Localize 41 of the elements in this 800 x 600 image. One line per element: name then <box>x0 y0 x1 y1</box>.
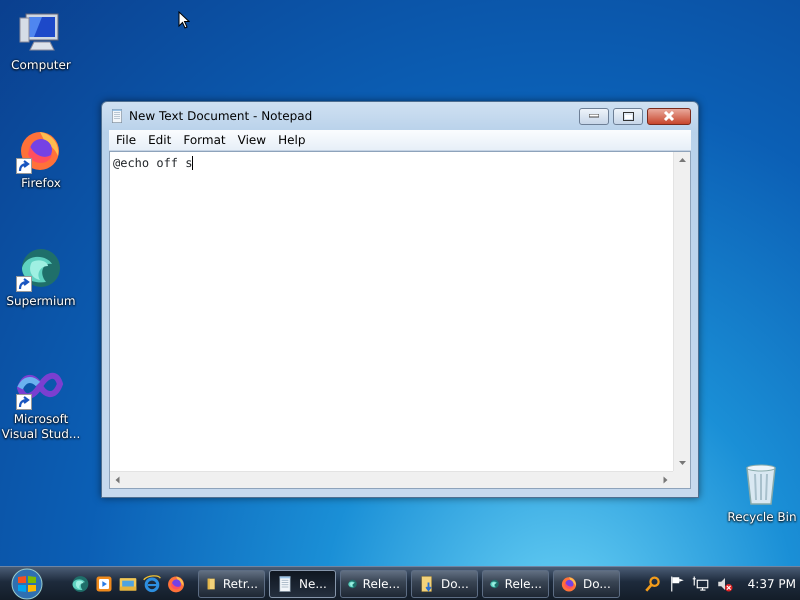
ie-icon[interactable] <box>142 574 162 594</box>
notepad-icon <box>109 108 125 124</box>
taskbar-button[interactable]: Retr... <box>198 570 265 598</box>
close-button[interactable] <box>647 108 691 124</box>
firefox-icon[interactable] <box>166 574 186 594</box>
taskbar-button[interactable]: Rele... <box>482 570 549 598</box>
taskbar-button[interactable]: Do... <box>553 570 620 598</box>
network-icon[interactable] <box>692 574 710 592</box>
maximize-button[interactable] <box>613 108 643 124</box>
horizontal-scrollbar[interactable] <box>110 471 673 488</box>
scroll-arrow-icon[interactable] <box>116 476 120 484</box>
icon-label[interactable]: Computer <box>1 58 81 73</box>
scroll-arrow-icon[interactable] <box>678 461 686 465</box>
scroll-arrow-icon[interactable] <box>664 476 668 484</box>
menu-item[interactable]: File <box>110 131 142 149</box>
search-icon[interactable] <box>644 574 662 592</box>
maximize-icon <box>622 112 634 120</box>
icon-label[interactable]: Firefox <box>1 176 81 191</box>
media-icon[interactable] <box>94 574 114 594</box>
icon-label[interactable]: Supermium <box>1 294 81 309</box>
close-icon <box>663 111 675 121</box>
window-title: New Text Document - Notepad <box>129 108 312 125</box>
mouse-pointer-icon <box>178 11 190 29</box>
firefox-icon <box>560 574 578 592</box>
menu-item[interactable]: Help <box>272 131 312 149</box>
icon-label[interactable]: Microsoft Visual Stud... <box>1 412 81 442</box>
document-text: @echo off s <box>113 155 192 172</box>
scroll-arrow-icon[interactable] <box>678 158 686 162</box>
supermium-icon[interactable] <box>70 574 90 594</box>
taskbar-button[interactable]: Rele... <box>340 570 407 598</box>
text-caret <box>192 156 194 170</box>
menu-item[interactable]: Edit <box>142 131 178 149</box>
clock-time[interactable]: 4:37 PM <box>748 574 796 592</box>
icon-label[interactable]: Recycle Bin <box>722 510 800 525</box>
taskbar-button[interactable]: Do... <box>411 570 478 598</box>
menu-item[interactable]: Format <box>177 131 232 149</box>
taskbar-button[interactable]: Ne... <box>269 570 336 598</box>
minimize-button[interactable] <box>579 108 609 124</box>
menu-item[interactable]: View <box>232 131 272 149</box>
vertical-scrollbar[interactable] <box>673 152 690 471</box>
minimize-icon <box>589 114 599 118</box>
